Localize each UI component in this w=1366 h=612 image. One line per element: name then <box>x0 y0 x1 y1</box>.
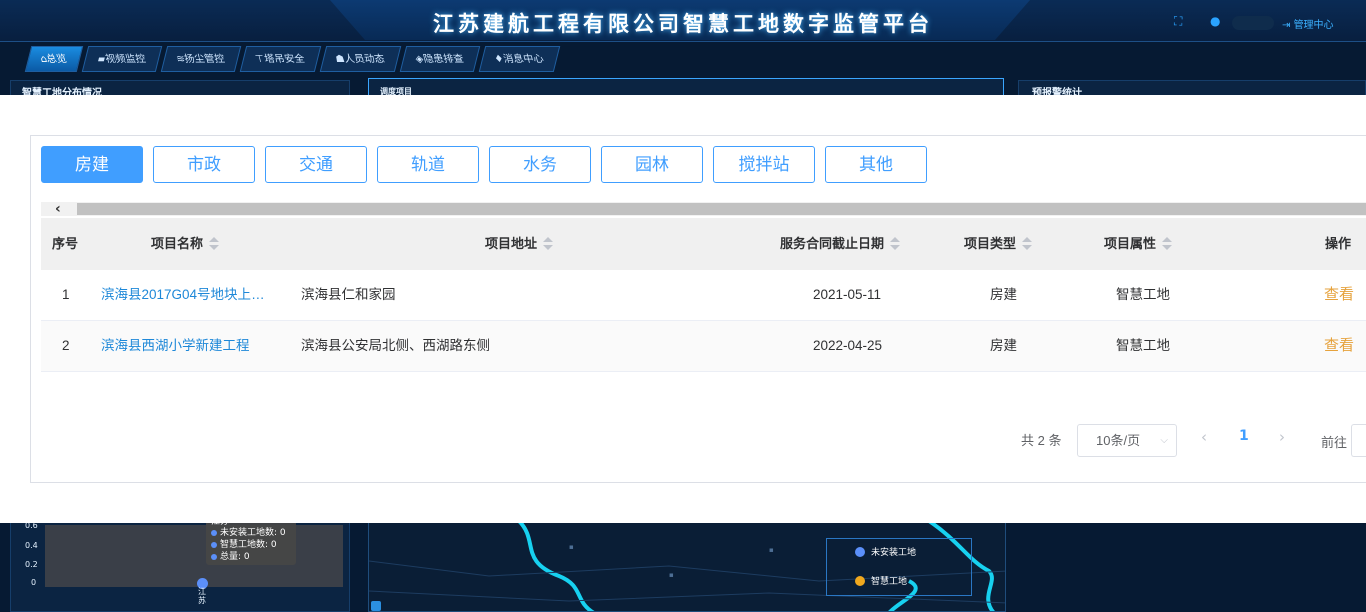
map-city-label: ▪ <box>769 546 774 554</box>
chart-plot-area <box>45 525 343 587</box>
col-header-name[interactable]: 项目名称 <box>151 218 220 270</box>
distribution-chart: 0.6 0.4 0.2 0 江苏 <box>10 520 350 612</box>
nav-tab-video[interactable]: ▰ 视频监控 <box>82 46 163 72</box>
y-tick: 0.2 <box>25 560 38 569</box>
category-tab-municipal[interactable]: 市政 <box>153 146 255 183</box>
nav-tab-hazard[interactable]: ◈ 隐患排查 <box>399 46 481 72</box>
modal-content: 房建 市政 交通 轨道 水务 园林 搅拌站 其他 ‹ 序号 项目名称 项目地址 … <box>30 135 1366 483</box>
next-page-icon[interactable]: › <box>1279 428 1285 446</box>
category-tab-traffic[interactable]: 交通 <box>265 146 367 183</box>
nav-tab-personnel[interactable]: ☗ 人员动态 <box>319 46 402 72</box>
x-axis-label: 江苏 <box>198 587 206 605</box>
horizontal-scrollbar[interactable]: ‹ <box>41 202 1366 216</box>
cell-attr: 智慧工地 <box>1116 287 1170 302</box>
cell-address: 滨海县仁和家园 <box>301 287 396 302</box>
legend-item: 智慧工地 <box>855 574 907 587</box>
manage-center-label: 管理中心 <box>1293 20 1334 31</box>
nav-tab-dust[interactable]: ≋ 扬尘管控 <box>160 46 242 72</box>
sort-icon[interactable] <box>1162 236 1173 251</box>
cell-project-name-link[interactable]: 滨海县2017G04号地块上海城 <box>101 270 277 320</box>
cell-index: 2 <box>62 338 70 353</box>
map-city-label: ▪ <box>669 571 674 579</box>
chevron-down-icon: ⌵ <box>1160 435 1168 446</box>
map-city-label: ▪ <box>569 543 574 551</box>
center-panel-header <box>368 78 1004 96</box>
tooltip-bullet <box>211 542 217 548</box>
category-tab-water[interactable]: 水务 <box>489 146 591 183</box>
col-header-index: 序号 <box>52 236 79 251</box>
table-header: 序号 项目名称 项目地址 服务合同截止日期 项目类型 项目属性 操作 <box>41 218 1366 270</box>
col-header-attr[interactable]: 项目属性 <box>1104 218 1173 270</box>
legend-dot <box>855 546 865 557</box>
cell-type: 房建 <box>990 338 1017 353</box>
map-logo-icon <box>371 601 381 611</box>
cell-project-name-link[interactable]: 滨海县西湖小学新建工程 <box>101 321 277 371</box>
page-number-current[interactable]: 1 <box>1239 428 1249 444</box>
page-size-value: 10条/页 <box>1096 433 1141 448</box>
y-tick: 0.4 <box>25 541 38 550</box>
prev-page-icon[interactable]: ‹ <box>1201 428 1207 446</box>
project-list-modal: 房建 市政 交通 轨道 水务 园林 搅拌站 其他 ‹ 序号 项目名称 项目地址 … <box>0 95 1366 523</box>
tooltip-row: 智慧工地数: 0 <box>220 540 277 550</box>
category-tab-other[interactable]: 其他 <box>825 146 927 183</box>
category-tab-rail[interactable]: 轨道 <box>377 146 479 183</box>
col-header-deadline[interactable]: 服务合同截止日期 <box>780 218 901 270</box>
category-tab-garden[interactable]: 园林 <box>601 146 703 183</box>
legend-item: 未安装工地 <box>855 545 916 558</box>
manage-center-link[interactable]: ⇥ 管理中心 <box>1282 16 1334 31</box>
cell-index: 1 <box>62 287 70 302</box>
page-size-select[interactable]: 10条/页 ⌵ <box>1077 424 1177 457</box>
col-header-type[interactable]: 项目类型 <box>964 218 1033 270</box>
tooltip-row: 未安装工地数: 0 <box>220 528 286 538</box>
col-header-op: 操作 <box>1325 236 1352 251</box>
view-button[interactable]: 查看 <box>1324 321 1354 371</box>
sort-icon[interactable] <box>890 236 901 251</box>
view-button[interactable]: 查看 <box>1324 270 1354 320</box>
category-tab-mixing-station[interactable]: 搅拌站 <box>713 146 815 183</box>
nav-tab-crane[interactable]: ⊤ 塔吊安全 <box>240 46 322 72</box>
goto-label: 前往 <box>1321 435 1348 450</box>
tooltip-bullet <box>211 554 217 560</box>
exit-icon: ⇥ <box>1282 20 1294 31</box>
table-row: 1 滨海县2017G04号地块上海城 滨海县仁和家园 2021-05-11 房建… <box>41 270 1366 321</box>
pagination-total: 共 2 条 <box>1021 433 1062 448</box>
legend-dot <box>855 575 865 586</box>
fullscreen-icon[interactable]: ⛶ <box>1174 14 1182 29</box>
cell-address: 滨海县公安局北侧、西湖路东侧 <box>301 338 490 353</box>
user-avatar-icon[interactable]: ● <box>1210 14 1220 28</box>
cell-deadline: 2022-04-25 <box>813 338 883 353</box>
map-legend: 未安装工地 智慧工地 <box>826 538 972 596</box>
main-nav: ⌂ 总览 ▰ 视频监控 ≋ 扬尘管控 ⊤ 塔吊安全 ☗ 人员动态 ◈ 隐患排查 … <box>24 46 561 72</box>
tooltip-bullet <box>211 530 217 536</box>
col-header-address[interactable]: 项目地址 <box>485 218 554 270</box>
cell-type: 房建 <box>990 287 1017 302</box>
table-row: 2 滨海县西湖小学新建工程 滨海县公安局北侧、西湖路东侧 2022-04-25 … <box>41 321 1366 372</box>
goto-page-input[interactable] <box>1351 424 1366 457</box>
cell-deadline: 2021-05-11 <box>813 287 882 302</box>
nav-tab-message[interactable]: ♦ 消息中心 <box>478 46 561 72</box>
category-tabs: 房建 市政 交通 轨道 水务 园林 搅拌站 其他 <box>41 146 927 183</box>
platform-title: 江苏建航工程有限公司智慧工地数字监管平台 <box>433 12 933 36</box>
scroll-left-icon[interactable]: ‹ <box>55 202 61 216</box>
nav-tab-overview[interactable]: ⌂ 总览 <box>24 46 84 72</box>
sort-icon[interactable] <box>543 236 554 251</box>
category-tab-housing[interactable]: 房建 <box>41 146 143 183</box>
y-tick: 0 <box>31 578 37 587</box>
sort-icon[interactable] <box>1022 236 1033 251</box>
tooltip-row: 总量: 0 <box>220 552 250 562</box>
username-pill <box>1232 16 1274 30</box>
sort-icon[interactable] <box>209 236 220 251</box>
scrollbar-thumb[interactable] <box>77 203 1366 215</box>
cell-attr: 智慧工地 <box>1116 338 1170 353</box>
